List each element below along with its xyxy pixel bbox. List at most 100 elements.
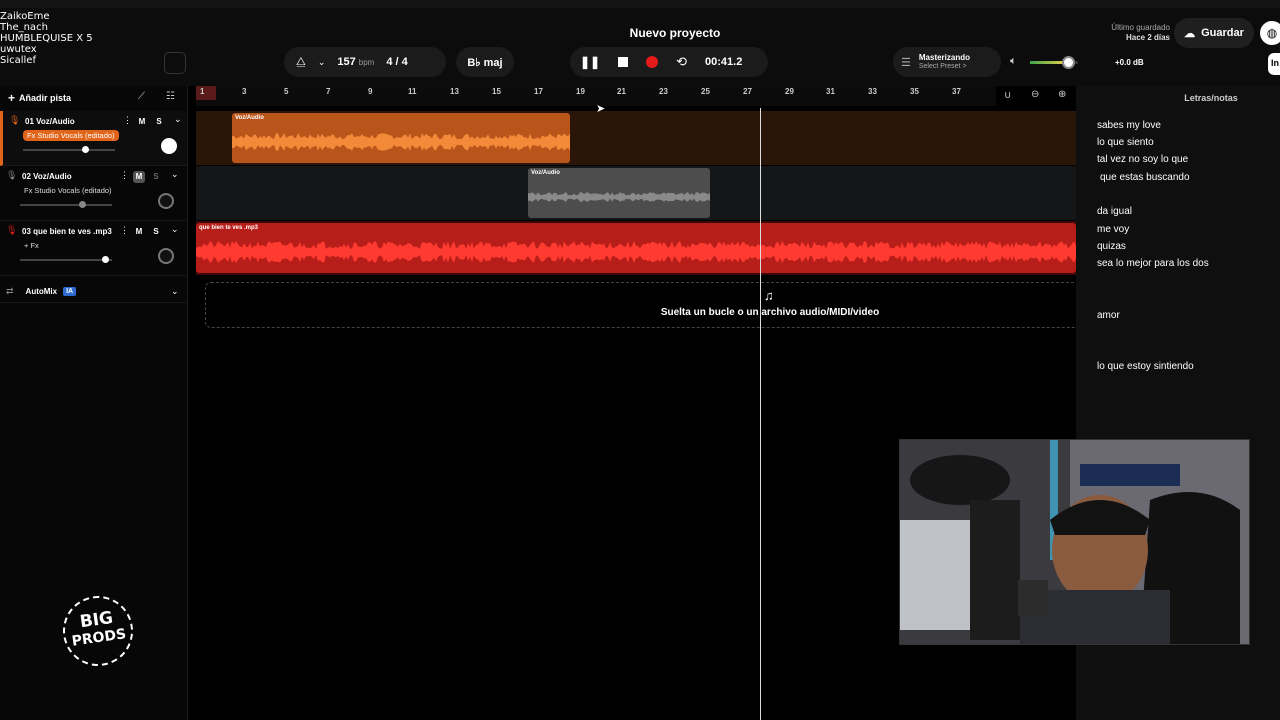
lyric-line[interactable]: amor — [1097, 310, 1120, 321]
more-icon[interactable]: ⋮ — [120, 170, 129, 181]
master-gain: +0.0 dB — [1115, 58, 1144, 67]
ruler-tick: 3 — [242, 87, 247, 96]
volume-slider[interactable] — [23, 146, 115, 153]
lyric-line[interactable]: lo que estoy sintiendo — [1097, 361, 1194, 372]
mute-button[interactable]: M — [136, 116, 148, 128]
mute-button[interactable]: M — [133, 171, 145, 183]
track-name[interactable]: 02 Voz/Audio — [22, 172, 72, 181]
volume-knob[interactable] — [102, 256, 109, 263]
lyric-line[interactable]: da igual — [1097, 206, 1132, 217]
solo-button[interactable]: S — [150, 171, 162, 183]
record-icon[interactable] — [646, 56, 659, 68]
microphone-icon: 🎙︎ — [6, 170, 18, 180]
ruler-tick: 9 — [368, 87, 373, 96]
track-lane-3[interactable]: que bien te ves .mp3 — [196, 221, 1076, 275]
chevron-down-icon[interactable]: ⌄ — [171, 169, 179, 180]
automix-row[interactable]: ⇄ AutoMix IA ⌄ — [0, 281, 187, 303]
lyric-line[interactable]: sabes my love — [1097, 120, 1161, 131]
solo-button[interactable]: S — [150, 226, 162, 238]
fx-badge[interactable]: Fx Studio Vocals (editado) — [20, 185, 116, 196]
volume-slider[interactable] — [20, 201, 112, 208]
project-title[interactable]: Nuevo proyecto — [0, 26, 1280, 40]
ruler-tick: 27 — [743, 87, 752, 96]
stop-icon[interactable] — [618, 57, 629, 67]
volume-knob[interactable] — [79, 201, 86, 208]
ruler-tick: 5 — [284, 87, 289, 96]
lyric-line[interactable]: me voy — [1097, 224, 1129, 235]
speaker-icon[interactable]: 🔈︎ — [1010, 55, 1017, 68]
lyric-line[interactable]: que estas buscando — [1100, 172, 1190, 183]
more-icon[interactable]: ⋮ — [120, 225, 129, 236]
ruler-tick: 15 — [492, 87, 501, 96]
tempo-controls: ⧋ ⌄ 157 bpm 4 / 4 — [284, 47, 446, 77]
webcam-overlay — [899, 439, 1250, 645]
ruler-tick: 19 — [576, 87, 585, 96]
ruler-tick: 13 — [450, 87, 459, 96]
metronome-icon[interactable]: ⧋ — [296, 56, 306, 69]
ruler-tick: 29 — [785, 87, 794, 96]
ruler-tick: 23 — [659, 87, 668, 96]
key-selector[interactable]: B♭ maj — [456, 47, 514, 77]
zoom-in-icon[interactable]: ⊕ — [1058, 89, 1066, 100]
ruler-tick: 21 — [617, 87, 626, 96]
track-header-2[interactable]: 🎙︎ 02 Voz/Audio ⋮ M S ⌄ Fx Studio Vocals… — [0, 166, 187, 221]
mastering-button[interactable]: ☰ Masterizando Select Preset > — [893, 47, 1001, 77]
magnet-icon[interactable]: ∪ — [1004, 90, 1011, 101]
chevron-down-icon[interactable]: ⌄ — [318, 57, 326, 68]
microphone-icon: 🎙︎ — [6, 225, 18, 235]
time-signature[interactable]: 4 / 4 — [386, 56, 407, 68]
track-name[interactable]: 03 que bien te ves .mp3 — [22, 227, 112, 236]
invite-button[interactable]: In — [1268, 53, 1280, 75]
waveform — [232, 133, 570, 151]
plus-icon: + — [8, 91, 16, 105]
lyric-line[interactable]: tal vez no soy lo que — [1097, 154, 1188, 165]
chevron-down-icon[interactable]: ⌄ — [171, 286, 179, 297]
chevron-down-icon[interactable]: ⌄ — [171, 224, 179, 235]
master-volume-slider[interactable] — [1030, 56, 1078, 69]
track-header-3[interactable]: 🎙︎ 03 que bien te ves .mp3 ⋮ M S ⌄ + Fx — [0, 221, 187, 276]
volume-knob[interactable] — [82, 146, 89, 153]
audio-clip[interactable]: Voz/Audio — [232, 113, 570, 163]
track-header-1[interactable]: 🎙︎ 01 Voz/Audio ⋮ M S ⌄ Fx Studio Vocals… — [0, 111, 187, 166]
bpm-value[interactable]: 157 bpm — [337, 56, 374, 68]
lyric-line[interactable]: lo que siento — [1097, 137, 1154, 148]
playhead[interactable] — [760, 108, 761, 720]
track-lane-2[interactable]: Voz/Audio — [196, 166, 1076, 220]
tracks-settings-icon[interactable]: ☷ — [166, 91, 175, 102]
automix-label: AutoMix — [25, 287, 58, 296]
save-button[interactable]: ☁ Guardar — [1174, 18, 1254, 48]
fx-badge[interactable]: Fx Studio Vocals (editado) — [23, 130, 119, 141]
volume-slider[interactable] — [20, 256, 112, 263]
mute-button[interactable]: M — [133, 226, 145, 238]
track-lane-1[interactable]: Voz/Audio — [196, 111, 1076, 165]
loop-start-marker[interactable] — [196, 86, 216, 100]
last-saved-label: Último guardado — [1111, 23, 1170, 32]
solo-button[interactable]: S — [153, 116, 165, 128]
music-note-icon: ♫ — [764, 288, 774, 303]
drop-zone[interactable] — [205, 282, 1085, 328]
audio-clip[interactable]: Voz/Audio — [528, 168, 710, 218]
add-track-button[interactable]: + Añadir pista — [8, 91, 71, 105]
panel-toggle-icon[interactable] — [164, 52, 186, 74]
wand-icon[interactable]: ⟋ — [138, 91, 145, 102]
pan-knob[interactable] — [158, 193, 174, 209]
globe-icon[interactable]: ◍ — [1260, 21, 1280, 45]
overlay-name: HUMBLEQUISE X 5 — [0, 33, 93, 44]
loop-icon[interactable]: ⟲ — [676, 54, 687, 70]
ruler-tick: 25 — [701, 87, 710, 96]
audio-clip[interactable]: que bien te ves .mp3 — [196, 223, 1076, 273]
pan-knob[interactable] — [158, 248, 174, 264]
lyric-line[interactable]: sea lo mejor para los dos — [1097, 258, 1209, 269]
ruler-tick: 33 — [868, 87, 877, 96]
pan-knob[interactable] — [161, 138, 177, 154]
add-track-label: Añadir pista — [19, 93, 72, 103]
track-name[interactable]: 01 Voz/Audio — [25, 117, 75, 126]
fx-badge[interactable]: + Fx — [20, 240, 43, 251]
lyric-line[interactable]: quizas — [1097, 241, 1126, 252]
pause-icon[interactable]: ❚❚ — [580, 55, 600, 69]
overlay-name: ZaikoEme — [0, 11, 50, 22]
more-icon[interactable]: ⋮ — [123, 115, 132, 126]
overlay-name: uwutex — [0, 44, 37, 55]
zoom-out-icon[interactable]: ⊖ — [1031, 89, 1039, 100]
chevron-down-icon[interactable]: ⌄ — [174, 114, 182, 125]
